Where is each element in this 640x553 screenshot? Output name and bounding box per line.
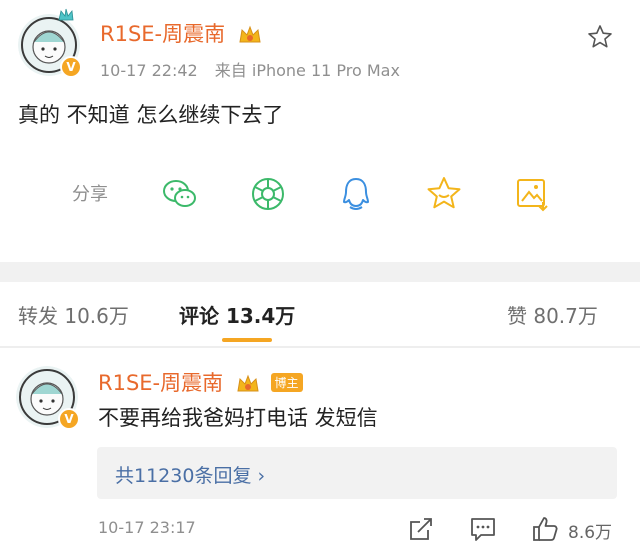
favorite-star-icon[interactable] bbox=[424, 174, 464, 214]
divider bbox=[0, 346, 640, 348]
tab-like[interactable]: 赞 80.7万 bbox=[507, 300, 598, 329]
tab-comment[interactable]: 评论 13.4万 bbox=[179, 300, 295, 329]
share-out-icon[interactable] bbox=[406, 514, 436, 544]
author-name-row[interactable]: R1SE-周震南 bbox=[100, 18, 262, 48]
post-time: 10-17 22:42 bbox=[100, 61, 198, 80]
commenter-avatar[interactable]: V bbox=[16, 366, 80, 430]
vip-crown-icon bbox=[237, 374, 259, 392]
post-meta: 10-17 22:42 来自 iPhone 11 Pro Max bbox=[100, 57, 400, 81]
verified-v-icon: V bbox=[60, 56, 82, 78]
replies-box[interactable]: 共11230条回复 › bbox=[97, 447, 617, 499]
moments-icon[interactable] bbox=[248, 174, 288, 214]
active-tab-indicator bbox=[222, 338, 272, 342]
thumb-up-icon[interactable] bbox=[530, 514, 560, 544]
commenter-name-row[interactable]: R1SE-周震南 博主 bbox=[98, 367, 303, 397]
comment-footer: 10-17 23:17 8.6万 bbox=[0, 510, 640, 550]
share-label: 分享 bbox=[72, 184, 108, 205]
verified-v-icon: V bbox=[58, 408, 80, 430]
comment-text: 不要再给我爸妈打电话 发短信 bbox=[98, 406, 378, 430]
interaction-tabs: 转发 10.6万 评论 13.4万 赞 80.7万 bbox=[0, 282, 640, 346]
image-save-icon[interactable] bbox=[512, 174, 552, 214]
comment-time: 10-17 23:17 bbox=[98, 518, 196, 537]
vip-crown-icon bbox=[239, 25, 261, 43]
comment-like-count: 8.6万 bbox=[568, 523, 613, 543]
author-avatar[interactable]: V bbox=[18, 8, 82, 78]
post-source: 来自 iPhone 11 Pro Max bbox=[214, 61, 400, 80]
wechat-icon[interactable] bbox=[160, 174, 200, 214]
crown-icon bbox=[58, 8, 74, 21]
section-gap bbox=[0, 262, 640, 282]
author-name[interactable]: R1SE-周震南 bbox=[100, 22, 225, 46]
tab-repost[interactable]: 转发 10.6万 bbox=[18, 300, 129, 329]
post-text: 真的 不知道 怎么继续下去了 bbox=[18, 103, 284, 127]
host-tag: 博主 bbox=[270, 372, 303, 392]
comment-icon[interactable] bbox=[468, 514, 498, 544]
share-row: 分享 bbox=[0, 166, 640, 222]
qq-icon[interactable] bbox=[336, 174, 376, 214]
weibo-post: V R1SE-周震南 10-17 22:42 来自 iPhone 11 Pro … bbox=[0, 0, 640, 262]
commenter-name[interactable]: R1SE-周震南 bbox=[98, 371, 223, 395]
replies-link[interactable]: 共11230条回复 › bbox=[115, 461, 265, 488]
star-icon[interactable] bbox=[586, 23, 614, 51]
